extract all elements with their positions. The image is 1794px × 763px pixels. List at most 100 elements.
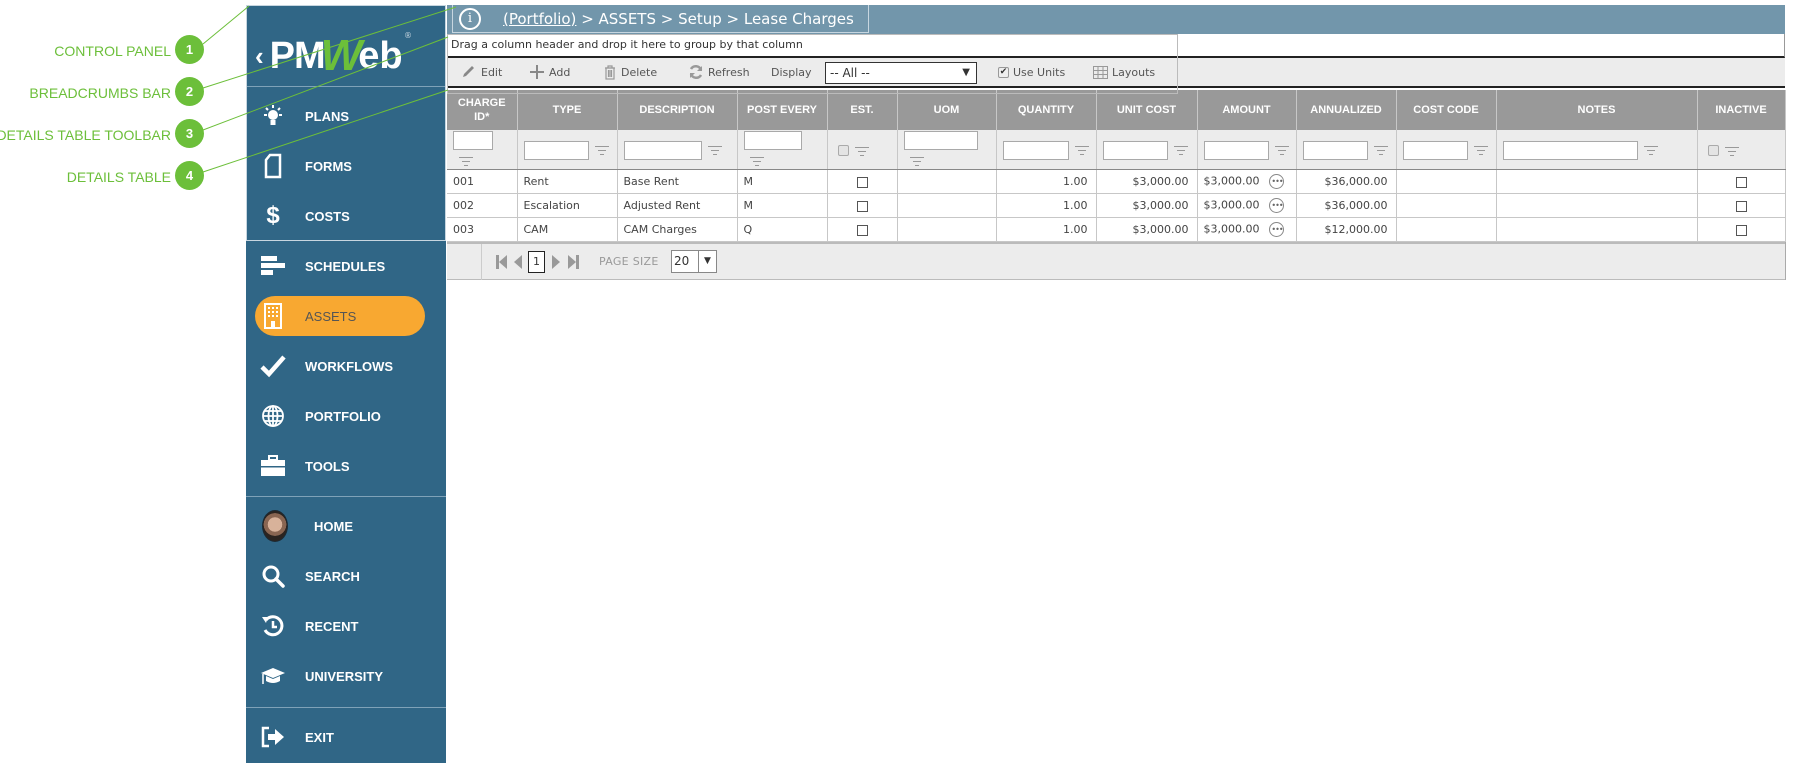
filter-icon[interactable] [909,156,924,166]
sidebar-item-recent[interactable]: RECENT [246,606,446,646]
inactive-checkbox[interactable] [1735,176,1747,188]
user-avatar[interactable] [262,510,288,542]
filter-icon[interactable] [1074,145,1089,155]
logo-divider [247,86,445,87]
filter-icon[interactable] [1173,145,1188,155]
column-header-inactive[interactable]: INACTIVE [1697,90,1786,130]
filter-icon[interactable] [1473,145,1488,155]
column-header-quantity[interactable]: QUANTITY [996,90,1097,130]
more-options-icon[interactable]: ••• [1269,174,1285,189]
filter-icon[interactable] [1643,145,1658,155]
edit-button[interactable]: Edit [461,65,502,79]
history-icon [260,613,286,639]
filter-icon[interactable] [459,156,473,166]
breadcrumb-portfolio-link[interactable]: (Portfolio) [503,10,576,28]
delete-button[interactable]: Delete [603,64,657,80]
filter-icon[interactable] [749,156,764,166]
sidebar-item-exit[interactable]: EXIT [246,717,446,757]
sidebar-item-forms[interactable]: FORMS [246,146,446,186]
inactive-checkbox[interactable] [1735,200,1747,212]
cell-amount: $3,000.00 ••• [1197,217,1297,242]
pmweb-logo[interactable]: ‹ PM W eb ® [255,31,440,81]
filter-input[interactable] [1302,140,1368,160]
filter-input[interactable] [453,131,493,150]
sidebar-item-workflows[interactable]: WORKFLOWS [246,346,446,386]
filter-icon[interactable] [1274,145,1289,155]
page-size-select[interactable]: 20 ▼ [671,250,717,273]
filter-checkbox[interactable] [837,145,849,156]
table-row[interactable]: 001 Rent Base Rent M 1.00 $3,000.00 $3,000.00 •… [447,169,1786,194]
next-page-icon[interactable] [551,255,560,269]
filter-icon[interactable] [1373,145,1388,155]
sidebar-item-plans[interactable]: PLANS [246,96,446,136]
filter-input[interactable] [1002,140,1069,160]
lightbulb-icon [260,103,286,129]
sidebar-item-portfolio[interactable]: PORTFOLIO [246,396,446,436]
more-options-icon[interactable]: ••• [1269,222,1285,237]
table-row[interactable]: 002 Escalation Adjusted Rent M 1.00 $3,000.00… [447,193,1786,218]
display-select[interactable]: -- All -- ▼ [825,62,977,84]
column-header-uom[interactable]: UOM [897,90,997,130]
sidebar-item-schedules[interactable]: SCHEDULES [246,246,446,286]
use-units-checkbox[interactable]: ✔ Use Units [998,66,1065,79]
column-header-charge-id[interactable]: CHARGE ID* [447,90,518,130]
column-header-amount[interactable]: AMOUNT [1197,90,1297,130]
filter-icon[interactable] [594,145,609,155]
est-checkbox[interactable] [856,200,868,212]
filter-input[interactable] [743,131,802,150]
filter-icon[interactable] [707,145,722,155]
inactive-checkbox[interactable] [1735,224,1747,236]
filter-checkbox[interactable] [1707,145,1719,156]
filter-input[interactable] [523,140,589,160]
column-header-description[interactable]: DESCRIPTION [617,90,738,130]
filter-input[interactable] [623,140,702,160]
sidebar-item-university[interactable]: UNIVERSITY [246,656,446,696]
cell-amount: $3,000.00 ••• [1197,169,1297,194]
use-units-check-icon[interactable]: ✔ [998,66,1009,78]
header-row: CHARGE ID* TYPE DESCRIPTION POST EVERY EST. U… [447,90,1786,130]
add-button[interactable]: Add [529,65,570,79]
first-page-icon[interactable] [496,255,508,269]
more-options-icon[interactable]: ••• [1269,198,1285,213]
cell-inactive [1697,217,1786,242]
filter-cell-charge-id [447,130,518,170]
sidebar-item-assets[interactable]: ASSETS [246,296,446,336]
column-header-cost-code[interactable]: COST CODE [1396,90,1497,130]
filter-input[interactable] [903,131,978,150]
column-header-notes[interactable]: NOTES [1496,90,1698,130]
current-page[interactable]: 1 [528,251,545,273]
amount-value: $3,000.00 [1203,174,1260,188]
filter-icon[interactable] [1724,146,1739,156]
sidebar-item-tools[interactable]: TOOLS [246,446,446,486]
pager: 1 PAGE SIZE 20 ▼ [447,242,1785,280]
cell-cost-code [1396,193,1497,218]
exit-icon [260,724,286,750]
group-by-drop-zone[interactable]: Drag a column header and drop it here to… [447,34,1785,58]
table-row[interactable]: 003 CAM CAM Charges Q 1.00 $3,000.00 $3,000.00… [447,217,1786,242]
filter-input[interactable] [1502,140,1638,160]
filter-input[interactable] [1203,140,1269,160]
filter-input[interactable] [1402,140,1468,160]
column-header-type[interactable]: TYPE [517,90,618,130]
filter-input[interactable] [1102,140,1168,160]
sidebar-item-home[interactable]: HOME [246,506,446,546]
layouts-button[interactable]: Layouts [1093,65,1155,79]
refresh-button[interactable]: Refresh [688,64,750,80]
column-header-unit-cost[interactable]: UNIT COST [1096,90,1198,130]
column-header-est[interactable]: EST. [827,90,898,130]
sidebar-item-costs[interactable]: $ COSTS [246,196,446,236]
est-checkbox[interactable] [856,176,868,188]
sidebar-item-search[interactable]: SEARCH [246,556,446,596]
column-header-post-every[interactable]: POST EVERY [737,90,828,130]
info-icon[interactable]: i [459,7,481,30]
filter-cell-type [517,130,618,170]
filter-icon[interactable] [854,146,869,156]
prev-page-icon[interactable] [514,255,523,269]
last-page-icon[interactable] [567,255,579,269]
display-label: Display [771,66,812,79]
column-header-annualized[interactable]: ANNUALIZED [1296,90,1397,130]
cell-annualized: $12,000.00 [1296,217,1397,242]
collapse-chevron-icon[interactable]: ‹ [255,41,264,72]
est-checkbox[interactable] [856,224,868,236]
details-table-toolbar: Edit Add Delete Refresh Display -- All -… [447,58,1785,88]
